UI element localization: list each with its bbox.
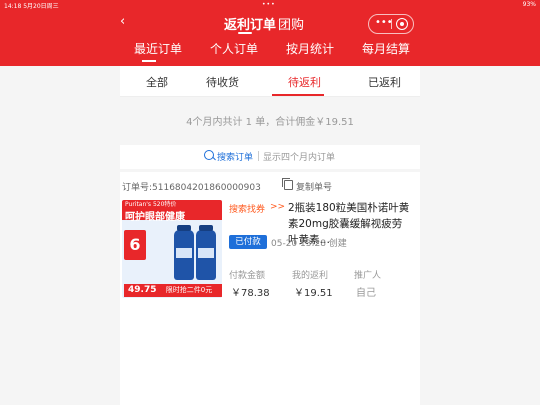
status-badge: 已付款 <box>229 235 267 249</box>
copy-order-number-button[interactable]: 复制单号 <box>296 180 332 193</box>
tab-groupbuy[interactable]: 团购 <box>278 14 304 33</box>
thumbnail-banner: Puritan's 520特价 呵护眼部健康 <box>122 200 222 223</box>
tab-monthly-stats[interactable]: 按月统计 <box>286 40 334 57</box>
thumbnail-banner-text: 呵护眼部健康 <box>125 212 185 223</box>
summary-text: 4个月内共计 1 单，合计佣金￥19.51 <box>186 117 354 128</box>
search-icon[interactable] <box>204 150 214 160</box>
bottle-image <box>196 225 216 280</box>
tab-pending-receipt[interactable]: 待收货 <box>206 74 239 90</box>
promoter-label: 推广人 <box>354 271 382 281</box>
tab-pending-rebate[interactable]: 待返利 <box>288 74 321 90</box>
bottle-image <box>174 225 194 280</box>
tab-all[interactable]: 全部 <box>146 74 168 90</box>
tab-rebated[interactable]: 已返利 <box>368 74 401 90</box>
payment-amount-label: 付款金额 <box>229 271 266 281</box>
tab-indicator <box>142 60 156 62</box>
search-bar: 搜索订单 显示四个月内订单 <box>120 145 420 169</box>
search-divider <box>258 151 259 161</box>
created-time: 05-20 13:28 创建 <box>271 239 347 249</box>
status-bar: 14:18 5月20日周三 ••• 93% <box>0 0 540 10</box>
my-rebate-value: ￥19.51 <box>294 288 333 299</box>
status-tabs: 全部 待收货 待返利 已返利 <box>120 66 420 97</box>
primary-tabs: 最近订单 个人订单 按月统计 每月结算 <box>0 38 540 66</box>
thumbnail-banner-small: Puritan's 520特价 <box>125 201 177 208</box>
status-tab-indicator <box>272 94 324 96</box>
thumbnail-promo: 6 <box>124 230 146 260</box>
status-time: 14:18 5月20日周三 <box>4 3 59 10</box>
mini-program-capsule: ••• <box>368 14 414 34</box>
close-icon[interactable] <box>396 18 408 30</box>
back-icon[interactable]: ‹ <box>120 14 125 29</box>
thumbnail-price: 49.75 <box>124 284 161 297</box>
search-hint: 显示四个月内订单 <box>263 153 336 163</box>
order-card[interactable]: 订单号:5116804201860000903 复制单号 Puritan's 5… <box>120 172 420 405</box>
product-thumbnail[interactable]: Puritan's 520特价 呵护眼部健康 6 49.75 限时抢二件0元 <box>122 200 222 298</box>
tab-monthly-settlement[interactable]: 每月结算 <box>362 40 410 57</box>
tab-personal-orders[interactable]: 个人订单 <box>210 40 258 57</box>
page-title[interactable]: 返利订单 <box>224 14 276 33</box>
capsule-divider <box>391 19 392 29</box>
copy-icon[interactable] <box>282 178 293 190</box>
title-underline <box>238 32 252 34</box>
source-arrow: >> <box>270 202 286 212</box>
thumbnail-tail: 限时抢二件0元 <box>156 284 222 297</box>
search-orders-link[interactable]: 搜索订单 <box>217 150 253 163</box>
my-rebate-label: 我的返利 <box>292 271 329 281</box>
promoter-value: 自己 <box>356 288 376 299</box>
tab-recent-orders[interactable]: 最近订单 <box>134 40 182 57</box>
order-source: 搜索找券 <box>229 205 266 215</box>
multitask-dots[interactable]: ••• <box>262 1 276 8</box>
payment-amount-value: ￥78.38 <box>231 288 270 299</box>
summary-panel: 4个月内共计 1 单，合计佣金￥19.51 <box>120 97 420 141</box>
header: ‹ 返利订单 团购 ••• <box>0 10 540 38</box>
battery-level: 93% <box>522 1 536 8</box>
order-number: 订单号:5116804201860000903 <box>122 183 261 193</box>
